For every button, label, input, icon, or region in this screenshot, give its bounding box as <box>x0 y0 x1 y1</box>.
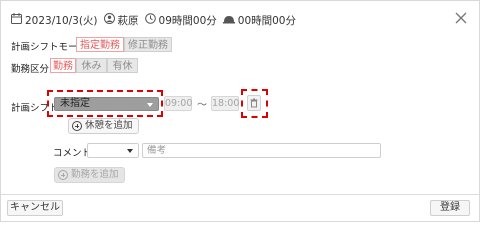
time-separator: 〜 <box>197 100 207 111</box>
caret-down-icon <box>127 149 133 153</box>
header-work-time: 09時間00分 <box>144 13 217 28</box>
plan-mode-modified[interactable]: 修正勤務 <box>124 37 172 52</box>
calendar-icon <box>11 13 22 27</box>
comment-label: コメント <box>53 148 92 159</box>
work-type-paid-leave[interactable]: 有休 <box>107 58 138 73</box>
close-icon[interactable] <box>453 10 469 26</box>
memo-input[interactable]: 備考 <box>142 143 381 158</box>
add-work-button[interactable]: 勤務を追加 <box>54 167 125 183</box>
header-work-time-text: 09時間00分 <box>158 14 217 27</box>
work-type-rest[interactable]: 休み <box>76 58 107 73</box>
clock-icon <box>144 13 156 27</box>
register-button[interactable]: 登録 <box>430 200 470 216</box>
work-type-work[interactable]: 勤務 <box>50 58 76 73</box>
header-overtime-text: 00時間00分 <box>237 14 296 27</box>
shift-end-time[interactable]: 18:00 <box>211 96 239 111</box>
highlight-plan-shift-select <box>47 90 163 117</box>
user-icon <box>103 13 115 27</box>
highlight-delete-shift <box>241 89 268 118</box>
add-break-button[interactable]: 休憩を追加 <box>68 118 139 134</box>
work-type-label: 勤務区分 <box>11 64 50 75</box>
comment-select[interactable] <box>87 143 139 158</box>
plus-circle-icon <box>58 170 68 180</box>
add-break-label: 休憩を追加 <box>85 120 133 131</box>
cancel-button[interactable]: キャンセル <box>7 200 63 216</box>
header-date: 2023/10/3(火) <box>11 13 98 28</box>
footer-divider <box>1 194 480 195</box>
header-user: 萩原 <box>103 13 139 28</box>
dialog-header: 2023/10/3(火) 萩原 09時間00分 00時間00分 <box>11 12 302 28</box>
header-user-name: 萩原 <box>117 14 139 27</box>
plan-mode-designated[interactable]: 指定勤務 <box>76 37 124 52</box>
add-work-label: 勤務を追加 <box>71 169 119 180</box>
shift-edit-dialog: 2023/10/3(火) 萩原 09時間00分 00時間00分 計画シフトモード… <box>0 0 480 222</box>
header-date-text: 2023/10/3(火) <box>25 14 98 27</box>
moon-icon <box>222 14 235 27</box>
plus-circle-icon <box>72 121 82 131</box>
shift-start-time[interactable]: 09:00 <box>164 96 192 111</box>
header-overtime: 00時間00分 <box>222 13 296 28</box>
